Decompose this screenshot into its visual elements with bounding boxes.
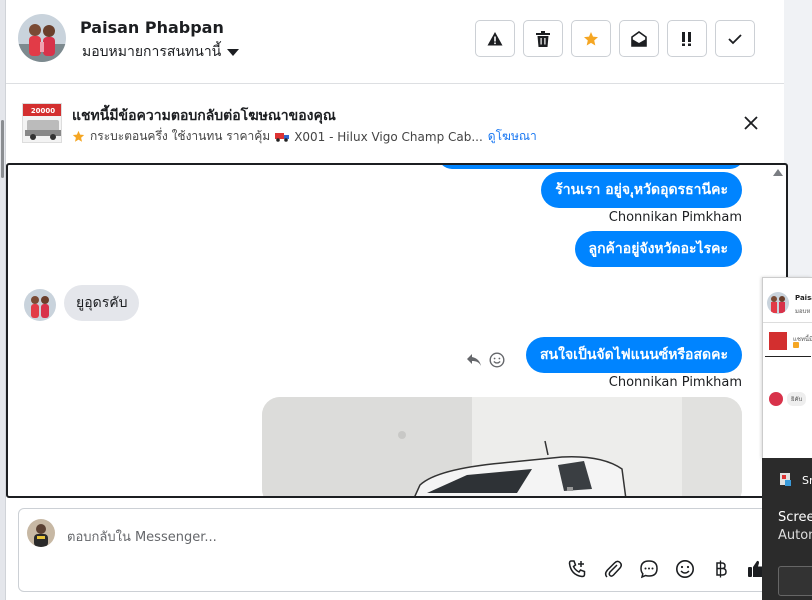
app-icon <box>780 472 792 486</box>
close-icon[interactable] <box>743 115 759 131</box>
baht-icon <box>716 560 727 578</box>
message-bubble-incoming[interactable]: ยูอุดรคับ <box>64 285 140 321</box>
contact-avatar-small[interactable] <box>24 289 56 321</box>
phone-add-icon <box>568 560 586 578</box>
saved-replies-button[interactable] <box>637 557 661 581</box>
react-emoji-icon[interactable] <box>489 352 505 368</box>
scrollbar-thumb[interactable] <box>1 120 4 178</box>
reply-input[interactable]: ตอบกลับใน Messenger... <box>67 526 217 547</box>
mini-avatar <box>767 292 789 314</box>
mini-contact-name: Paisa <box>795 294 812 302</box>
mini-thread-border <box>765 356 811 357</box>
ad-banner-title: แชทนี้มีข้อความตอบกลับต่อโฆษณาของคุณ <box>72 108 336 124</box>
ad-caption: กระบะตอนครึ่ง ใช้งานทน ราคาคุ้ม <box>90 129 271 143</box>
view-ad-link[interactable]: ดูโฆษณา <box>488 127 537 146</box>
emoji-button[interactable] <box>673 557 697 581</box>
message-bubble-outgoing[interactable]: ลูกค้าอยู่จังหวัดอะไรคะ <box>574 231 742 267</box>
ad-thumbnail[interactable]: 20000 <box>22 103 62 143</box>
ad-thumb-price: 20000 <box>31 107 55 115</box>
delete-button[interactable] <box>523 20 563 57</box>
mini-star-icon <box>793 342 799 348</box>
contact-avatar[interactable] <box>18 14 66 62</box>
chat-bubble-icon <box>640 560 658 579</box>
message-composer: ตอบกลับใน Messenger... <box>18 508 778 592</box>
mini-divider <box>763 322 812 323</box>
assign-conversation-dropdown[interactable]: มอบหมายการสนทนานี้ <box>82 41 240 63</box>
payment-button[interactable] <box>709 557 733 581</box>
ad-banner-subtitle-row: กระบะตอนครึ่ง ใช้งานทน ราคาคุ้ม X001 - H… <box>72 127 537 146</box>
ad-product-name: X001 - Hilux Vigo Champ Cab... <box>294 129 483 144</box>
mini-avatar-small <box>769 392 783 406</box>
caret-down-icon <box>227 48 240 56</box>
popup-line-2: Autom <box>778 528 812 543</box>
call-button[interactable] <box>565 557 589 581</box>
star-button[interactable] <box>571 20 611 57</box>
ad-reply-banner: 20000 แชทนี้มีข้อความตอบกลับต่อโฆษณาของค… <box>6 85 784 162</box>
sender-name: Chonnikan Pimkham <box>608 210 742 225</box>
mini-ad-thumbnail <box>769 332 787 350</box>
message-bubble-partial <box>438 165 744 169</box>
conversation-panel: Paisan Phabpan มอบหมายการสนทนานี้ 20000 … <box>6 0 788 600</box>
trash-icon <box>536 30 550 47</box>
star-icon <box>584 31 598 46</box>
reply-icon[interactable] <box>466 353 482 367</box>
message-bubble-outgoing[interactable]: สนใจเป็นจัดไฟแนนซ์หรือสดคะ <box>526 337 742 373</box>
contact-name[interactable]: Paisan Phabpan <box>80 18 224 37</box>
conversation-header: Paisan Phabpan มอบหมายการสนทนานี้ <box>6 0 784 84</box>
image-attachment[interactable] <box>262 397 742 496</box>
checkmark-icon <box>728 33 742 44</box>
assign-label: มอบหมายการสนทนานี้ <box>82 44 222 60</box>
mark-unread-button[interactable] <box>619 20 659 57</box>
truck-icon <box>275 133 290 142</box>
mini-assign-label: มอบห <box>795 308 811 315</box>
star-icon <box>72 130 85 142</box>
sender-name: Chonnikan Pimkham <box>608 375 742 390</box>
warning-icon <box>487 31 503 45</box>
paperclip-icon <box>604 560 622 578</box>
envelope-open-icon <box>631 30 647 47</box>
popup-line-1: Scree <box>778 510 812 525</box>
exclamation-icon <box>682 31 691 46</box>
popup-title: Sn <box>802 474 812 487</box>
attach-file-button[interactable] <box>601 557 625 581</box>
report-spam-button[interactable] <box>475 20 515 57</box>
secondary-window-preview[interactable]: Paisa มอบห แชทนี้มี ยิคับ <box>762 277 812 459</box>
mini-incoming-bubble: ยิคับ <box>787 392 807 406</box>
smiley-icon <box>676 560 694 578</box>
message-bubble-outgoing[interactable]: ร้านเรา อยู่จ.ุหวัดอุดรธานีคะ <box>541 172 742 208</box>
popup-action-button[interactable] <box>778 566 812 596</box>
mark-done-button[interactable] <box>715 20 755 57</box>
notification-popup[interactable]: Sn Scree Autom <box>762 458 812 600</box>
follow-up-button[interactable] <box>667 20 707 57</box>
scroll-up-arrow-icon[interactable] <box>773 169 783 176</box>
page-avatar <box>27 519 55 547</box>
message-thread[interactable]: ร้านเรา อยู่จ.ุหวัดอุดรธานีคะ Chonnikan … <box>6 163 788 498</box>
